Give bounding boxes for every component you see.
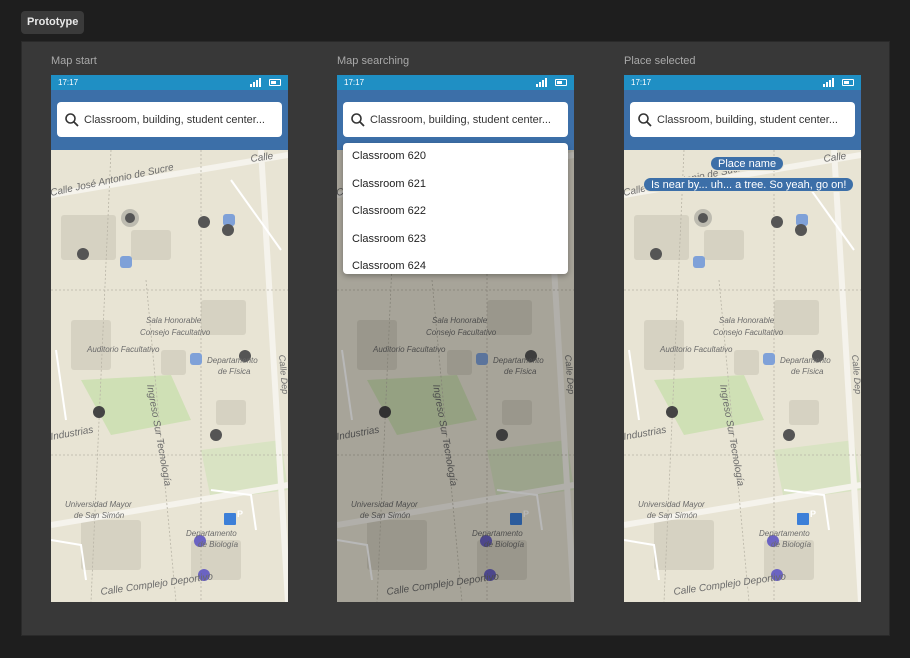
status-time: 17:17 [631,78,652,87]
search-result-item[interactable]: Classroom 620 [343,143,568,171]
status-bar: 17:17 [624,75,861,90]
map-label: de Física [218,367,251,376]
search-placeholder: Classroom, building, student center... [657,113,838,126]
map-label: Sala Honorable [146,316,202,325]
app-header: Classroom, building, student center... [51,90,288,150]
search-icon [65,112,79,127]
map-label: de Biología [198,540,239,549]
place-description-bubble[interactable]: Is near by... uh... a tree. So yeah, go … [643,177,855,192]
search-result-item[interactable]: Classroom 621 [343,171,568,199]
place-name-bubble[interactable]: Place name [710,156,785,171]
search-input[interactable]: Classroom, building, student center... [630,102,855,137]
map-label: de Biología [771,540,812,549]
map-label: Consejo Facultativo [713,328,784,337]
phone-frame-place-selected: P Calle José Antonio de Sucre Calle Sala… [624,75,861,602]
search-input[interactable]: Classroom, building, student center... [343,102,568,137]
parking-label: P [237,509,243,519]
map-label: de San Simón [647,511,698,520]
search-result-item[interactable]: Classroom 623 [343,226,568,254]
map-label: Departamento [207,356,258,365]
frame-label-map-start: Map start [51,55,97,67]
status-time: 17:17 [344,78,365,87]
map-label: Universidad Mayor [638,500,705,509]
search-icon [351,112,365,127]
battery-icon [842,79,854,86]
map-canvas: P Calle José Antonio de Sucre Calle Sala… [51,150,288,602]
map-label: Sala Honorable [719,316,775,325]
frame-label-map-searching: Map searching [337,55,410,67]
status-time: 17:17 [58,78,79,87]
map-label: Departamento [780,356,831,365]
map-label: Auditorio Facultativo [86,345,160,354]
search-input[interactable]: Classroom, building, student center... [57,102,282,137]
map-label: Departamento [759,529,810,538]
app-header: Classroom, building, student center... [624,90,861,150]
map-label: de Física [791,367,824,376]
parking-label: P [810,509,816,519]
status-bar: 17:17 [51,75,288,90]
signal-icon [250,78,262,87]
prototype-tag[interactable]: Prototype [21,11,85,34]
map-label: Consejo Facultativo [140,328,211,337]
campus-map[interactable]: P Calle José Antonio de Sucre Calle Sala… [51,150,288,602]
campus-map[interactable]: P Calle José Antonio de Sucre Calle Sala… [624,150,861,602]
search-placeholder: Classroom, building, student center... [370,113,551,126]
battery-icon [555,79,567,86]
search-result-item[interactable]: Classroom 624 [343,253,568,274]
search-icon [638,112,652,127]
map-label: Auditorio Facultativo [659,345,733,354]
map-label: Departamento [186,529,237,538]
app-header: Classroom, building, student center... [337,90,574,150]
map-label: de San Simón [74,511,125,520]
signal-icon [823,78,835,87]
map-canvas: P Calle José Antonio de Sucre Calle Sala… [624,150,861,602]
search-result-item[interactable]: Classroom 622 [343,198,568,226]
status-bar: 17:17 [337,75,574,90]
phone-frame-map-searching: P Calle José Antonio de Sucre Calle Sala… [337,75,574,602]
phone-frame-map-start: P Calle José Antonio de Sucre Calle Sala… [51,75,288,602]
frame-label-place-selected: Place selected [624,55,696,67]
search-placeholder: Classroom, building, student center... [84,113,265,126]
search-results-dropdown: Classroom 620 Classroom 621 Classroom 62… [343,143,568,274]
signal-icon [536,78,548,87]
map-label: Universidad Mayor [65,500,132,509]
battery-icon [269,79,281,86]
